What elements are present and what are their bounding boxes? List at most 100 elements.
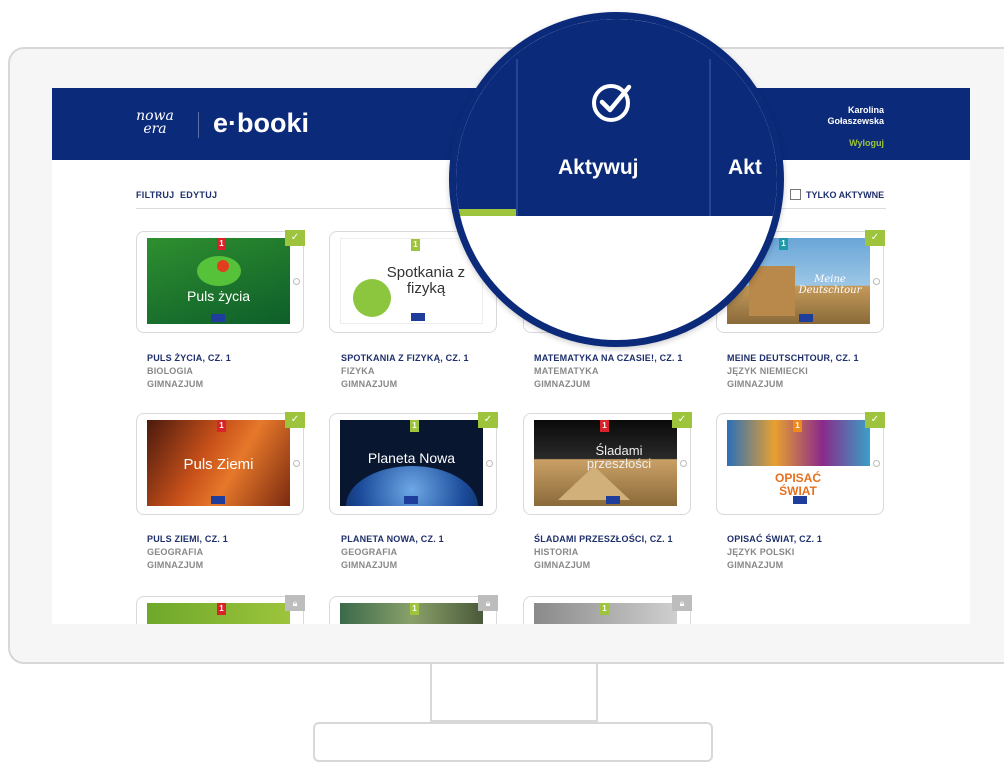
book-level: GIMNAZJUM bbox=[341, 379, 398, 389]
check-icon: ✓ bbox=[478, 412, 498, 428]
check-circle-icon bbox=[592, 84, 632, 122]
level-badge: 1 bbox=[410, 603, 419, 615]
frog-eye-icon bbox=[217, 260, 229, 272]
book-cover: Puls życia 1 bbox=[147, 238, 290, 324]
publisher-logo bbox=[211, 314, 225, 322]
book-card[interactable]: 1 🔒︎ bbox=[329, 595, 498, 624]
level-badge: 1 bbox=[779, 238, 788, 250]
lock-icon: 🔒︎ bbox=[672, 595, 692, 611]
monitor-neck bbox=[596, 664, 598, 722]
book-title[interactable]: MATEMATYKA NA CZASIE!, CZ. 1 bbox=[534, 352, 714, 365]
logo-text: era bbox=[143, 121, 167, 137]
book-meta: SPOTKANIA Z FIZYKĄ, CZ. 1 FIZYKA GIMNAZJ… bbox=[341, 352, 521, 391]
check-icon: ✓ bbox=[285, 230, 305, 246]
tablet-button-icon bbox=[873, 460, 880, 467]
magnified-header: Aktywuj Akt bbox=[456, 19, 777, 216]
lock-icon: 🔒︎ bbox=[478, 595, 498, 611]
book-title[interactable]: PLANETA NOWA, CZ. 1 bbox=[341, 533, 521, 546]
level-badge: 1 bbox=[793, 420, 802, 432]
next-action-label[interactable]: Akt bbox=[728, 156, 762, 180]
book-level: GIMNAZJUM bbox=[147, 560, 204, 570]
lock-icon: 🔒︎ bbox=[285, 595, 305, 611]
book-cover: Spotkania z fizyką 1 bbox=[340, 238, 483, 324]
book-meta: PULS ŻYCIA, CZ. 1 BIOLOGIA GIMNAZJUM bbox=[147, 352, 327, 391]
app-title: e·booki bbox=[213, 108, 310, 138]
book-title[interactable]: OPISAĆ ŚWIAT, CZ. 1 bbox=[727, 533, 907, 546]
book-card[interactable]: Puls Ziemi 1 ✓ bbox=[136, 412, 305, 515]
book-title[interactable]: SPOTKANIA Z FIZYKĄ, CZ. 1 bbox=[341, 352, 521, 365]
book-cover: OPISAĆ ŚWIAT 1 bbox=[727, 420, 870, 506]
level-badge: 1 bbox=[410, 420, 419, 432]
book-cover: Puls Ziemi 1 bbox=[147, 420, 290, 506]
logout-link[interactable]: Wyloguj bbox=[849, 138, 884, 148]
book-card[interactable]: OPISAĆ ŚWIAT 1 ✓ bbox=[716, 412, 885, 515]
publisher-logo bbox=[211, 496, 225, 504]
book-meta: MEINE DEUTSCHTOUR, CZ. 1 JĘZYK NIEMIECKI… bbox=[727, 352, 907, 391]
active-tab-indicator bbox=[456, 209, 516, 216]
level-badge: 1 bbox=[217, 603, 226, 615]
book-cover: 1 bbox=[147, 603, 290, 624]
book-cover: Śladami przeszłości 1 bbox=[534, 420, 677, 506]
book-subject: JĘZYK NIEMIECKI bbox=[727, 366, 809, 376]
level-badge: 1 bbox=[217, 420, 226, 432]
check-icon: ✓ bbox=[865, 412, 885, 428]
book-card[interactable]: 1 🔒︎ bbox=[136, 595, 305, 624]
book-cover: 1 bbox=[340, 603, 483, 624]
book-title[interactable]: PULS ŻYCIA, CZ. 1 bbox=[147, 352, 327, 365]
book-meta: ŚLADAMI PRZESZŁOŚCI, CZ. 1 HISTORIA GIMN… bbox=[534, 533, 714, 572]
magnifier-overlay: Aktywuj Akt bbox=[449, 12, 784, 347]
check-icon: ✓ bbox=[865, 230, 885, 246]
book-card[interactable]: 1 🔒︎ bbox=[523, 595, 692, 624]
publisher-logo bbox=[411, 313, 425, 321]
only-active-filter[interactable]: TYLKO AKTYWNE bbox=[790, 189, 884, 200]
book-cover: Planeta Nowa 1 bbox=[340, 420, 483, 506]
book-level: GIMNAZJUM bbox=[534, 560, 591, 570]
book-subject: BIOLOGIA bbox=[147, 366, 194, 376]
book-level: GIMNAZJUM bbox=[534, 379, 591, 389]
only-active-label: TYLKO AKTYWNE bbox=[806, 189, 885, 200]
activate-button[interactable]: Aktywuj bbox=[558, 156, 639, 180]
book-card[interactable]: Puls życia 1 ✓ bbox=[136, 230, 305, 333]
book-subject: GEOGRAFIA bbox=[147, 547, 204, 557]
brand-logo[interactable]: nowa era bbox=[135, 109, 175, 137]
book-subject: JĘZYK POLSKI bbox=[727, 547, 795, 557]
check-icon: ✓ bbox=[285, 412, 305, 428]
book-subject: GEOGRAFIA bbox=[341, 547, 398, 557]
book-title[interactable]: PULS ZIEMI, CZ. 1 bbox=[147, 533, 327, 546]
cover-title: Meine Deutschtour bbox=[798, 274, 862, 296]
tablet-button-icon bbox=[486, 460, 493, 467]
book-subject: HISTORIA bbox=[534, 547, 579, 557]
level-badge: 1 bbox=[600, 603, 609, 615]
user-name: Karolina Gołaszewska bbox=[827, 105, 884, 127]
publisher-logo bbox=[793, 496, 807, 504]
cover-title: Puls Ziemi bbox=[183, 456, 254, 473]
filter-button[interactable]: FILTRUJ bbox=[136, 190, 174, 200]
tablet-button-icon bbox=[873, 278, 880, 285]
level-badge: 1 bbox=[600, 420, 609, 432]
publisher-logo bbox=[404, 496, 418, 504]
book-subject: MATEMATYKA bbox=[534, 366, 599, 376]
book-title[interactable]: ŚLADAMI PRZESZŁOŚCI, CZ. 1 bbox=[534, 533, 714, 546]
tablet-button-icon bbox=[293, 460, 300, 467]
book-level: GIMNAZJUM bbox=[727, 560, 784, 570]
level-badge: 1 bbox=[217, 238, 226, 250]
pyramid-icon bbox=[558, 466, 630, 500]
cover-title: OPISAĆ ŚWIAT bbox=[774, 471, 821, 498]
only-active-checkbox[interactable] bbox=[790, 189, 801, 200]
tablet-button-icon bbox=[680, 460, 687, 467]
tablet-button-icon bbox=[293, 278, 300, 285]
book-title[interactable]: MEINE DEUTSCHTOUR, CZ. 1 bbox=[727, 352, 907, 365]
header-divider bbox=[198, 112, 199, 138]
publisher-logo bbox=[606, 496, 620, 504]
book-card[interactable]: Planeta Nowa 1 ✓ bbox=[329, 412, 498, 515]
cover-title: Spotkania z fizyką bbox=[386, 264, 466, 297]
book-meta: OPISAĆ ŚWIAT, CZ. 1 JĘZYK POLSKI GIMNAZJ… bbox=[727, 533, 907, 572]
publisher-logo bbox=[799, 314, 813, 322]
book-meta: MATEMATYKA NA CZASIE!, CZ. 1 MATEMATYKA … bbox=[534, 352, 714, 391]
level-badge: 1 bbox=[411, 239, 420, 251]
book-level: GIMNAZJUM bbox=[727, 379, 784, 389]
book-card[interactable]: Śladami przeszłości 1 ✓ bbox=[523, 412, 692, 515]
edit-button[interactable]: EDYTUJ bbox=[180, 190, 217, 200]
check-icon: ✓ bbox=[672, 412, 692, 428]
book-subject: FIZYKA bbox=[341, 366, 375, 376]
